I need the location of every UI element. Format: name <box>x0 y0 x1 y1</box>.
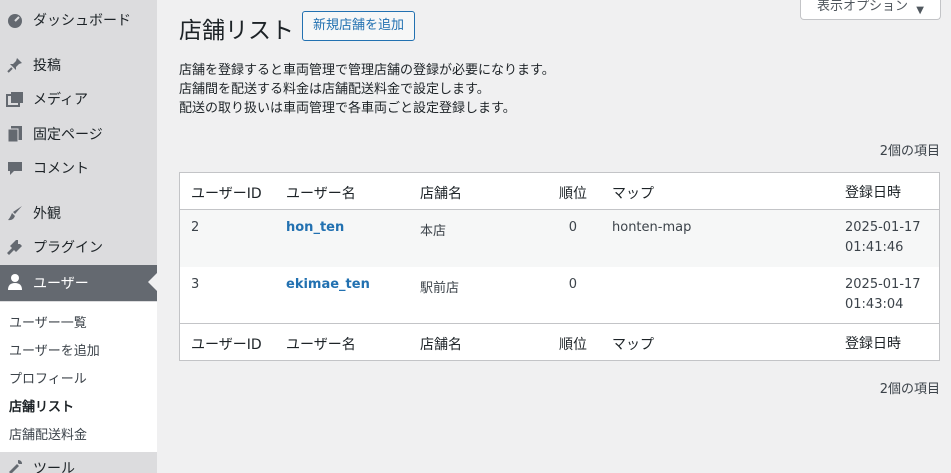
column-footer-store-name: 店舗名 <box>420 337 462 353</box>
menu-label: ダッシュボード <box>33 13 131 29</box>
submenu-item-profile[interactable]: プロフィール <box>9 368 87 387</box>
cell-rank: 0 <box>568 220 577 235</box>
menu-label: メディア <box>33 92 89 108</box>
menu-label: 投稿 <box>33 58 61 74</box>
submenu-item-all-users[interactable]: ユーザー一覧 <box>9 312 87 331</box>
column-header-store-name: 店舗名 <box>420 186 462 202</box>
table-row: 3 ekimae_ten 駅前店 0 2025-01-17 01:43:04 <box>180 267 939 324</box>
menu-label: 固定ページ <box>33 127 103 143</box>
menu-label: プラグイン <box>33 240 103 256</box>
submenu-item-store-list[interactable]: 店舗リスト <box>9 396 74 415</box>
column-header-map: マップ <box>612 186 654 202</box>
item-count-bottom: 2個の項目 <box>879 382 940 397</box>
media-icon <box>6 90 24 108</box>
admin-sidebar: ダッシュボード 投稿 メディア 固定ページ コメント 外観 プラグイン ユーザー… <box>0 0 157 473</box>
tool-icon <box>6 458 24 473</box>
cell-user-id: 3 <box>191 277 200 292</box>
dashboard-icon <box>6 11 24 29</box>
column-footer-user-id: ユーザーID <box>191 337 262 353</box>
menu-item-posts[interactable]: 投稿 <box>0 48 157 82</box>
cell-store-name: 本店 <box>420 224 447 239</box>
column-footer-map: マップ <box>612 337 654 353</box>
table-row: 2 hon_ten 本店 0 honten-map 2025-01-17 01:… <box>180 210 939 267</box>
submenu-item-store-shipping-fee[interactable]: 店舗配送料金 <box>9 424 87 443</box>
cell-rank: 0 <box>568 277 577 292</box>
cell-registered: 2025-01-17 01:41:46 <box>845 218 921 258</box>
menu-label: ユーザー <box>33 276 89 292</box>
registered-date: 2025-01-17 <box>845 277 921 292</box>
column-footer-rank: 順位 <box>559 337 587 353</box>
menu-item-appearance[interactable]: 外観 <box>0 196 157 230</box>
screen-options-toggle[interactable]: 表示オプション ▼ <box>800 0 941 20</box>
menu-item-comments[interactable]: コメント <box>0 151 157 185</box>
registered-time: 01:43:04 <box>845 297 904 312</box>
page-title: 店舗リスト <box>179 18 294 44</box>
column-header-username: ユーザー名 <box>286 186 356 202</box>
description-line: 店舗を登録すると車両管理で管理店舗の登録が必要になります。 <box>179 63 555 78</box>
brush-icon <box>6 204 24 222</box>
add-new-store-button[interactable]: 新規店舗を追加 <box>302 11 416 41</box>
menu-label: ツール <box>33 461 75 473</box>
screen-options-label: 表示オプション <box>817 0 909 14</box>
table-footer: ユーザーID ユーザー名 店舗名 順位 マップ 登録日時 <box>180 323 939 360</box>
cell-map: honten-map <box>612 220 692 235</box>
column-footer-registered: 登録日時 <box>845 336 901 352</box>
cell-user-id: 2 <box>191 220 200 235</box>
menu-item-plugins[interactable]: プラグイン <box>0 230 157 264</box>
description-line: 店舗間を配送する料金は店舗配送料金で設定します。 <box>179 82 490 97</box>
cell-registered: 2025-01-17 01:43:04 <box>845 275 921 315</box>
store-list-table: ユーザーID ユーザー名 店舗名 順位 マップ 登録日時 2 hon_ten 本… <box>179 172 940 361</box>
column-header-registered: 登録日時 <box>845 185 901 201</box>
column-header-rank: 順位 <box>559 186 587 202</box>
users-submenu: ユーザー一覧 ユーザーを追加 プロフィール 店舗リスト 店舗配送料金 <box>0 302 157 452</box>
comment-icon <box>6 159 24 177</box>
menu-item-users[interactable]: ユーザー <box>0 265 157 301</box>
menu-item-media[interactable]: メディア <box>0 82 157 116</box>
item-count-top: 2個の項目 <box>879 144 940 159</box>
column-footer-username: ユーザー名 <box>286 337 356 353</box>
menu-label: コメント <box>33 161 89 177</box>
caret-down-icon: ▼ <box>916 5 924 16</box>
current-menu-arrow <box>148 273 157 291</box>
plugin-icon <box>6 238 24 256</box>
submenu-item-add-user[interactable]: ユーザーを追加 <box>9 340 100 359</box>
table-header: ユーザーID ユーザー名 店舗名 順位 マップ 登録日時 <box>180 173 939 210</box>
page-icon <box>6 125 24 143</box>
menu-item-tools[interactable]: ツール <box>0 452 157 473</box>
cell-store-name: 駅前店 <box>420 281 460 296</box>
username-link[interactable]: hon_ten <box>286 220 344 235</box>
menu-item-pages[interactable]: 固定ページ <box>0 117 157 151</box>
description-line: 配送の取り扱いは車両管理で各車両ごと設定登録します。 <box>179 101 516 116</box>
column-header-user-id: ユーザーID <box>191 186 262 202</box>
menu-item-dashboard[interactable]: ダッシュボード <box>0 3 157 37</box>
menu-label: 外観 <box>33 206 61 222</box>
user-icon <box>6 273 24 291</box>
pin-icon <box>6 56 24 74</box>
username-link[interactable]: ekimae_ten <box>286 277 370 292</box>
registered-date: 2025-01-17 <box>845 220 921 235</box>
registered-time: 01:41:46 <box>845 240 904 255</box>
